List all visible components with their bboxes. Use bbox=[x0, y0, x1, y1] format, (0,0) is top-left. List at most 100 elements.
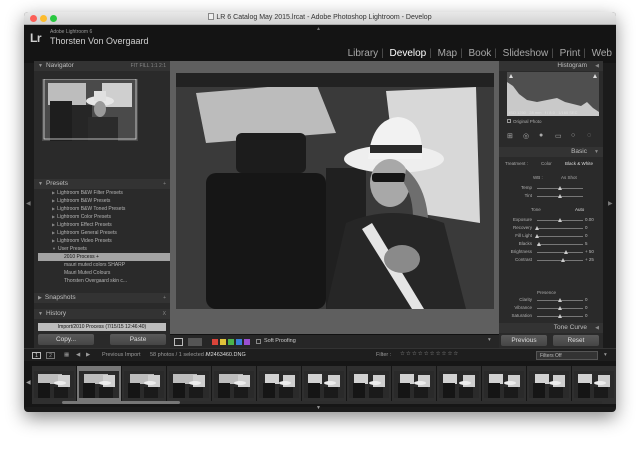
flag-blue[interactable] bbox=[236, 339, 242, 345]
histogram-header[interactable]: Histogram ◀ bbox=[499, 61, 603, 71]
filter-lock-icon[interactable]: ▾ bbox=[604, 352, 607, 358]
module-library[interactable]: Library bbox=[348, 48, 379, 59]
collapse-left-panel-icon[interactable]: ◀ bbox=[26, 200, 31, 207]
filmstrip-thumbnail[interactable] bbox=[122, 366, 166, 404]
soft-proofing-checkbox[interactable] bbox=[256, 339, 261, 344]
filmstrip-thumbnail[interactable] bbox=[347, 366, 391, 404]
preset-folder[interactable]: ▶ Lightroom B&W Toned Presets bbox=[38, 205, 170, 213]
red-eye-icon[interactable]: ● bbox=[539, 132, 543, 139]
module-slideshow[interactable]: Slideshow bbox=[503, 48, 549, 59]
filmstrip-thumbnail[interactable] bbox=[437, 366, 481, 404]
original-photo-row[interactable]: Original Photo bbox=[507, 119, 542, 124]
before-after-icon[interactable] bbox=[188, 338, 202, 346]
navigator-preview[interactable] bbox=[42, 79, 138, 141]
tone-slider-knob[interactable] bbox=[537, 242, 542, 246]
navigator-header[interactable]: ▼ Navigator FIT FILL 1:1 2:1 bbox=[34, 61, 170, 71]
preset-folder[interactable]: ▶ Lightroom B&W Filter Presets bbox=[38, 189, 170, 197]
filmstrip-thumbnail[interactable] bbox=[212, 366, 256, 404]
toolbar-menu-icon[interactable]: ▾ bbox=[488, 337, 491, 343]
collapse-top-panel-icon[interactable]: ▲ bbox=[316, 26, 321, 32]
filmstrip-thumbnail[interactable] bbox=[572, 366, 616, 404]
loupe-view-icon[interactable] bbox=[174, 338, 183, 346]
module-develop[interactable]: Develop bbox=[390, 48, 427, 59]
histogram[interactable]: ISO 1250 28 mm f / 8.0 1/160 SEC bbox=[507, 72, 599, 116]
paste-settings-button[interactable]: Paste bbox=[110, 334, 166, 345]
tone-slider-track[interactable] bbox=[537, 244, 583, 245]
flag-green[interactable] bbox=[228, 339, 234, 345]
previous-button[interactable]: Previous bbox=[501, 335, 547, 346]
presence-slider-knob[interactable] bbox=[558, 314, 562, 318]
copy-settings-button[interactable]: Copy... bbox=[38, 334, 94, 345]
radial-filter-icon[interactable]: ○ bbox=[571, 132, 575, 139]
wb-slider-knob[interactable] bbox=[558, 186, 562, 190]
adjustment-brush-icon[interactable]: ◌ bbox=[587, 132, 591, 139]
preset-item-selected[interactable]: 2010 Process + bbox=[38, 253, 170, 261]
flag-red[interactable] bbox=[212, 339, 218, 345]
preset-item[interactable]: Thorsten Overgaard skin c... bbox=[38, 277, 170, 285]
tone-slider-knob[interactable] bbox=[558, 218, 562, 222]
zoom-2-1[interactable]: 2:1 bbox=[159, 63, 166, 69]
tone-slider-value[interactable]: 5 bbox=[585, 241, 588, 246]
preset-item[interactable]: mauri muted colors SHARP bbox=[38, 261, 170, 269]
presets-header[interactable]: ▼ Presets + bbox=[34, 179, 170, 189]
presence-slider-value[interactable]: 0 bbox=[585, 305, 588, 310]
module-map[interactable]: Map bbox=[438, 48, 457, 59]
preset-folder[interactable]: ▶ Lightroom B&W Presets bbox=[38, 197, 170, 205]
filmstrip-thumbnail[interactable] bbox=[257, 366, 301, 404]
filmstrip-thumbnail[interactable] bbox=[527, 366, 571, 404]
preset-folder[interactable]: ▶ Lightroom General Presets bbox=[38, 229, 170, 237]
zoom-fill[interactable]: FILL bbox=[139, 63, 149, 69]
tone-slider-knob[interactable] bbox=[560, 258, 565, 262]
tone-slider-value[interactable]: 0 bbox=[585, 233, 588, 238]
tone-auto-button[interactable]: Auto bbox=[575, 207, 584, 212]
tone-slider-value[interactable]: + 50 bbox=[585, 249, 594, 254]
tone-slider-value[interactable]: 0 bbox=[585, 225, 588, 230]
history-header[interactable]: ▼ History X bbox=[34, 309, 170, 319]
zoom-1-1[interactable]: 1:1 bbox=[151, 63, 158, 69]
forward-arrow-icon[interactable]: ▶ bbox=[86, 352, 90, 358]
filmstrip-thumbnail[interactable] bbox=[167, 366, 211, 404]
zoom-fit[interactable]: FIT bbox=[131, 63, 138, 69]
filmstrip-thumbnail[interactable] bbox=[302, 366, 346, 404]
presence-slider-knob[interactable] bbox=[558, 298, 562, 302]
filmstrip-source[interactable]: Previous Import bbox=[102, 352, 141, 358]
filmstrip-thumbnail-selected[interactable] bbox=[77, 366, 121, 404]
presence-slider-knob[interactable] bbox=[558, 306, 562, 310]
module-book[interactable]: Book bbox=[468, 48, 491, 59]
original-photo-checkbox[interactable] bbox=[507, 119, 511, 123]
back-arrow-icon[interactable]: ◀ bbox=[76, 352, 80, 358]
tone-slider-track[interactable] bbox=[537, 228, 583, 229]
tone-slider-knob[interactable] bbox=[535, 226, 539, 230]
flag-purple[interactable] bbox=[244, 339, 250, 345]
filmstrip-left-arrow-icon[interactable]: ◀ bbox=[26, 379, 31, 386]
module-print[interactable]: Print bbox=[560, 48, 581, 59]
tone-slider-track[interactable] bbox=[537, 236, 583, 237]
wb-slider-knob[interactable] bbox=[558, 194, 562, 198]
presence-slider-value[interactable]: 0 bbox=[585, 297, 588, 302]
tone-slider-track[interactable] bbox=[537, 252, 583, 253]
flag-yellow[interactable] bbox=[220, 339, 226, 345]
preset-folder[interactable]: ▶ Lightroom Video Presets bbox=[38, 237, 170, 245]
basic-header[interactable]: Basic ▼ bbox=[499, 147, 603, 157]
tone-slider-value[interactable]: 0.00 bbox=[585, 217, 594, 222]
treatment-bw-button[interactable]: Black & White bbox=[565, 161, 593, 166]
grid-icon[interactable]: ▦ bbox=[64, 352, 69, 358]
navigator-zoom-options[interactable]: FIT FILL 1:1 2:1 bbox=[131, 61, 166, 71]
tone-slider-knob[interactable] bbox=[535, 234, 539, 238]
preset-folder-user[interactable]: ▼ User Presets bbox=[38, 245, 170, 253]
module-web[interactable]: Web bbox=[592, 48, 612, 59]
snapshots-header[interactable]: ▶ Snapshots + bbox=[34, 293, 170, 303]
presence-slider-value[interactable]: 0 bbox=[585, 313, 588, 318]
filmstrip-scrollbar[interactable] bbox=[62, 401, 180, 404]
history-step[interactable]: Import/2010 Process (7/15/15 12:46:40) bbox=[38, 323, 166, 331]
preset-folder[interactable]: ▶ Lightroom Color Presets bbox=[38, 213, 170, 221]
collapse-filmstrip-icon[interactable]: ▼ bbox=[316, 405, 321, 411]
reset-button[interactable]: Reset bbox=[553, 335, 599, 346]
tone-slider-value[interactable]: + 25 bbox=[585, 257, 594, 262]
spot-removal-icon[interactable]: ◎ bbox=[523, 132, 529, 140]
preset-item[interactable]: Mauri Muted Colours bbox=[38, 269, 170, 277]
filmstrip-thumbnail[interactable] bbox=[392, 366, 436, 404]
wb-select[interactable]: As Shot bbox=[561, 175, 577, 180]
clear-history-button[interactable]: X bbox=[163, 309, 166, 319]
preset-folder[interactable]: ▶ Lightroom Effect Presets bbox=[38, 221, 170, 229]
